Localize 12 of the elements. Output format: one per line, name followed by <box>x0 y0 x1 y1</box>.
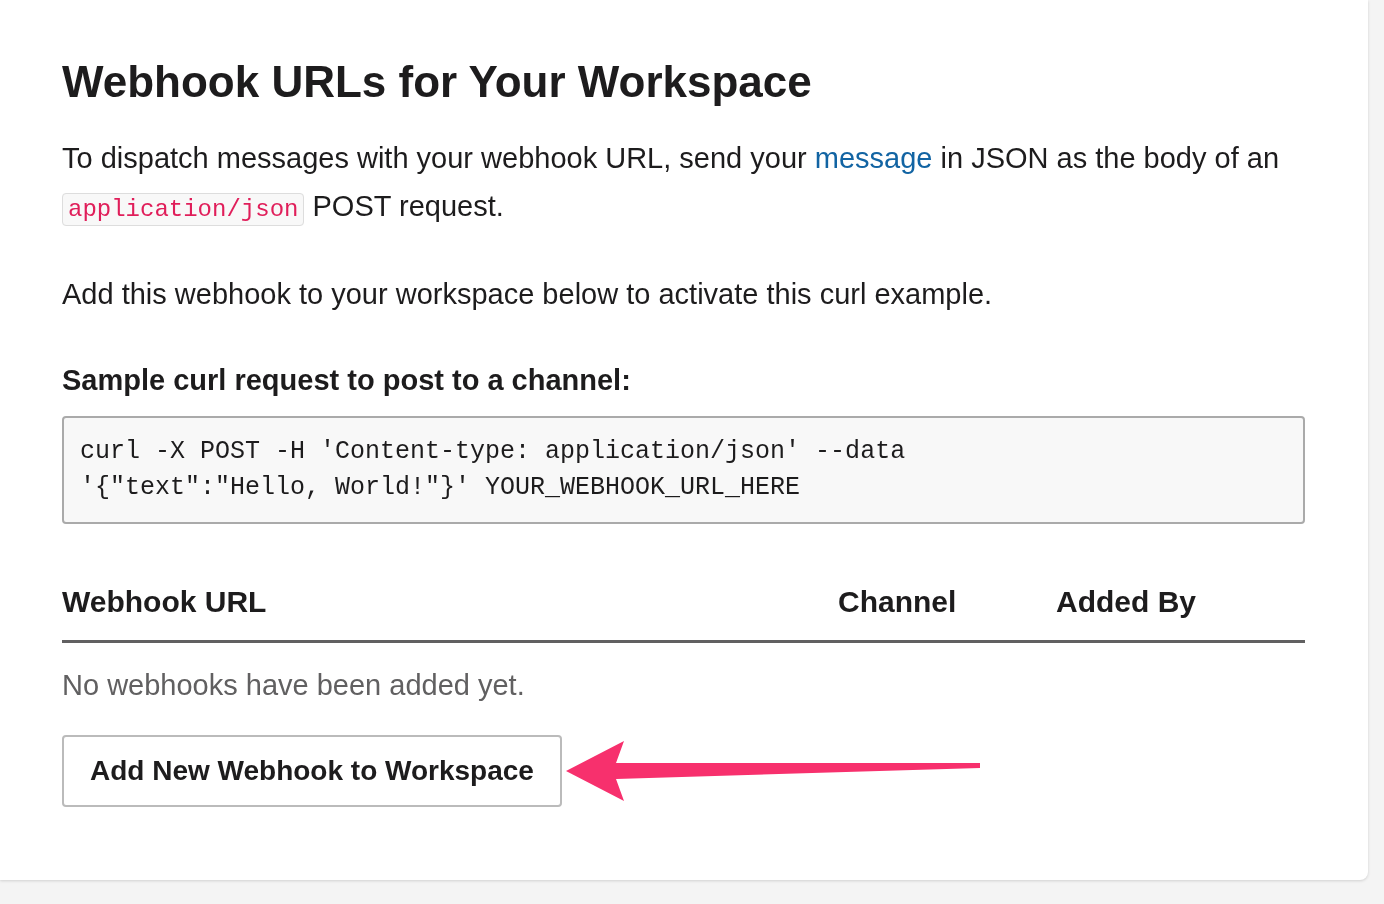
column-header: Channel <box>838 584 958 620</box>
sample-heading: Sample curl request to post to a channel: <box>62 363 632 398</box>
empty-message: No webhooks have been added yet. <box>62 668 526 703</box>
page-title: Webhook URLs for Your Workspace <box>62 56 813 108</box>
note-text: Add this webhook to your workspace below to activate this curl example. <box>62 277 994 312</box>
column-header: Webhook URL <box>62 584 268 620</box>
add-webhook-button[interactable]: Add New Webhook to Workspace <box>62 735 562 807</box>
code-block: curl -X POST -H 'Content-type: application/json' --data '{"text":"Hello, World!"}' YOUR_WEBHOOK_URL_HERE <box>62 416 1305 524</box>
message-link[interactable]: message <box>814 142 933 174</box>
intro-paragraph: To dispatch messages with your webhook URL, send your message in JSON as the body of an application/json POST request. <box>62 134 1302 234</box>
column-header: Added By <box>1056 584 1197 620</box>
inline-code: application/json <box>62 193 305 226</box>
